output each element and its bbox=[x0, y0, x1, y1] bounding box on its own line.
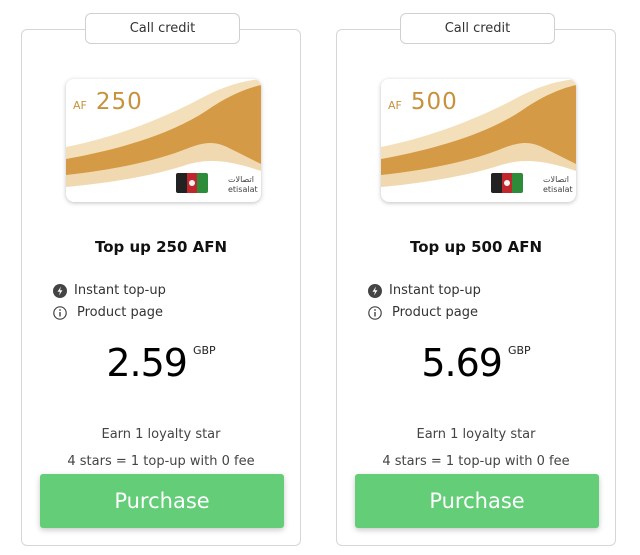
info-icon bbox=[368, 305, 382, 320]
product-card-image[interactable]: AF 250 اتصالات etisalat bbox=[66, 79, 261, 202]
product-page-link[interactable]: Product page bbox=[368, 305, 478, 320]
purchase-button[interactable]: Purchase bbox=[40, 474, 284, 528]
face-value: AF 250 bbox=[73, 89, 143, 115]
etisalat-wordmark: etisalat bbox=[228, 185, 258, 194]
price: 2.59 GBP bbox=[22, 340, 300, 386]
loyalty-rule-text: 4 stars = 1 top-up with 0 fee bbox=[382, 454, 570, 469]
face-value: AF 500 bbox=[388, 89, 458, 115]
price: 5.69 GBP bbox=[337, 340, 615, 386]
feature-label: Instant top-up bbox=[389, 283, 481, 298]
afghanistan-flag-icon bbox=[176, 173, 208, 193]
product-card-500: Call credit AF 500 اتصالات etisalat Top … bbox=[336, 13, 616, 546]
afghanistan-flag-icon bbox=[491, 173, 523, 193]
price-currency: GBP bbox=[192, 344, 216, 357]
price-amount: 5.69 bbox=[421, 341, 503, 385]
product-card-image[interactable]: AF 500 اتصالات etisalat bbox=[381, 79, 576, 202]
product-title: Top up 250 AFN bbox=[94, 238, 228, 256]
face-value-currency: AF bbox=[388, 99, 402, 112]
etisalat-wordmark: etisalat bbox=[543, 185, 573, 194]
loyalty-rule-text: 4 stars = 1 top-up with 0 fee bbox=[67, 454, 255, 469]
lightning-icon bbox=[53, 283, 67, 298]
feature-label: Product page bbox=[77, 305, 163, 320]
etisalat-arabic-wordmark: اتصالات bbox=[543, 175, 569, 184]
loyalty-earn-text: Earn 1 loyalty star bbox=[101, 427, 221, 442]
feature-instant-topup: Instant top-up bbox=[368, 283, 481, 298]
lightning-icon bbox=[368, 283, 382, 298]
info-icon bbox=[53, 305, 67, 320]
purchase-button[interactable]: Purchase bbox=[355, 474, 599, 528]
category-badge: Call credit bbox=[400, 13, 555, 44]
product-card-250: Call credit AF 250 اتصالات etisalat Top … bbox=[21, 13, 301, 546]
product-title: Top up 500 AFN bbox=[409, 238, 543, 256]
face-value-amount: 500 bbox=[410, 89, 458, 115]
feature-label: Product page bbox=[392, 305, 478, 320]
category-badge: Call credit bbox=[85, 13, 240, 44]
price-currency: GBP bbox=[507, 344, 531, 357]
etisalat-arabic-wordmark: اتصالات bbox=[228, 175, 254, 184]
loyalty-earn-text: Earn 1 loyalty star bbox=[416, 427, 536, 442]
face-value-amount: 250 bbox=[95, 89, 143, 115]
face-value-currency: AF bbox=[73, 99, 87, 112]
product-page-link[interactable]: Product page bbox=[53, 305, 163, 320]
feature-label: Instant top-up bbox=[74, 283, 166, 298]
feature-instant-topup: Instant top-up bbox=[53, 283, 166, 298]
price-amount: 2.59 bbox=[106, 341, 188, 385]
